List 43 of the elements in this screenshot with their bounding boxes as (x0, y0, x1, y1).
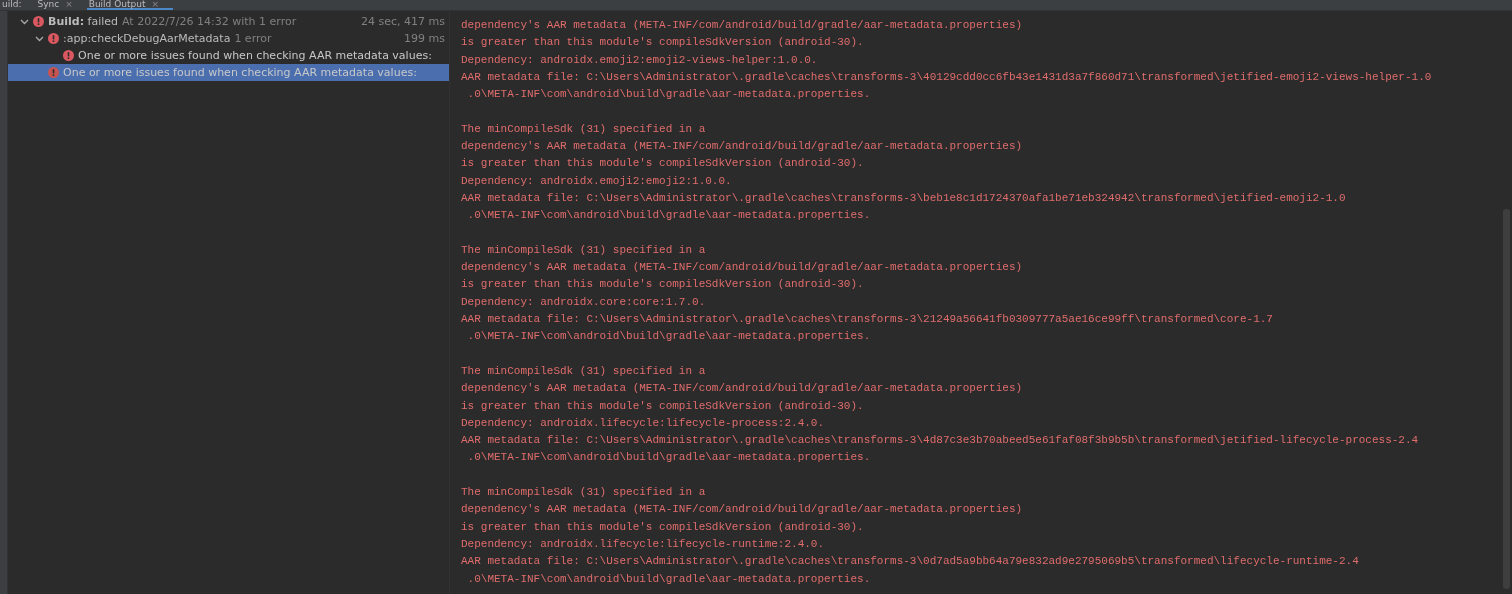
chevron-down-icon[interactable] (35, 34, 44, 43)
error-icon (48, 33, 59, 44)
console-line: Dependency: androidx.core:core:1.7.0. (461, 294, 706, 310)
console-line: .0\META-INF\com\android\build\gradle\aar-metadata.properties. (466, 329, 871, 345)
console-line: The minCompileSdk (31) specified in a (461, 242, 706, 258)
console-line: dependency's AAR metadata (META-INF/com/android/build/gradle/aar-metadata.properties) (461, 139, 1023, 155)
console-line: Dependency: androidx.lifecycle:lifecycle-process:2.4.0. (461, 415, 825, 431)
console-line: is greater than this module's compileSdkVersion (android-30). (461, 156, 864, 172)
tree-item[interactable]: Build: failed At 2022/7/26 14:32 with 1 error 24 sec, 417 ms (8, 13, 449, 30)
chevron-down-icon[interactable] (20, 17, 29, 26)
console-line: AAR metadata file: C:\Users\Administrator\.gradle\caches\transforms-3\beb1e8c1d1724370afa1be71eb324942\transformed\jetified-emoji2-1.0 (461, 190, 1346, 206)
console-line: .0\META-INF\com\android\build\gradle\aar-metadata.properties. (466, 571, 871, 587)
console-line: The minCompileSdk (31) specified in a (461, 485, 706, 500)
console-line: The minCompileSdk (31) specified in a (461, 363, 706, 379)
console-line: dependency's AAR metadata (META-INF/com/android/build/gradle/aar-metadata.properties) (461, 18, 1023, 33)
close-icon[interactable]: × (151, 0, 159, 9)
console-line: AAR metadata file: C:\Users\Administrator\.gradle\caches\transforms-3\21249a56641fb0309777a5ae16ce99ff\transformed\core-1.7 (461, 312, 1273, 328)
tree-item[interactable]: :app:checkDebugAarMetadata 1 error 199 ms (8, 30, 449, 47)
close-icon[interactable]: × (65, 0, 73, 9)
console-line: dependency's AAR metadata (META-INF/com/android/build/gradle/aar-metadata.properties) (461, 381, 1023, 397)
console-line: is greater than this module's compileSdkVersion (android-30). (461, 519, 864, 535)
console-line: AAR metadata file: C:\Users\Administrator\.gradle\caches\transforms-3\4d87c3e3b70abeed5e61faf08f3b9b5b\transformed\jetified-lifecycle-process-2.4 (461, 433, 1419, 449)
console-line: is greater than this module's compileSdkVersion (android-30). (461, 35, 864, 51)
error-icon (63, 50, 74, 61)
console-line: .0\META-INF\com\android\build\gradle\aar-metadata.properties. (466, 87, 871, 103)
error-icon (48, 67, 59, 78)
console-line: Dependency: androidx.lifecycle:lifecycle-runtime:2.4.0. (461, 536, 825, 552)
tab[interactable]: Sync × (35, 0, 87, 10)
console-line: .0\META-INF\com\android\build\gradle\aar-metadata.properties. (466, 208, 871, 224)
tree-item[interactable]: One or more issues found when checking AAR metadata values: (8, 47, 449, 64)
error-icon (33, 16, 44, 27)
tab[interactable]: uild: (0, 0, 36, 10)
tree-item[interactable]: One or more issues found when checking AAR metadata values: (8, 64, 449, 81)
console-line: Dependency: androidx.emoji2:emoji2-views-helper:1.0.0. (461, 52, 818, 68)
console-line: Dependency: androidx.emoji2:emoji2:1.0.0. (461, 173, 732, 189)
console-line: dependency's AAR metadata (META-INF/com/android/build/gradle/aar-metadata.properties) (461, 502, 1023, 518)
console-line: AAR metadata file: C:\Users\Administrator\.gradle\caches\transforms-3\40129cdd0cc6fb43e1431d3a7f860d71\transformed\jetified-emoji2-views-helper-1.0 (461, 69, 1432, 85)
console-line: is greater than this module's compileSdkVersion (android-30). (461, 277, 864, 293)
console-line: The minCompileSdk (31) specified in a (461, 121, 706, 137)
console-line: .0\META-INF\com\android\build\gradle\aar-metadata.properties. (466, 450, 871, 466)
console-line: dependency's AAR metadata (META-INF/com/android/build/gradle/aar-metadata.properties) (461, 260, 1023, 276)
console-line: is greater than this module's compileSdkVersion (android-30). (461, 398, 864, 414)
console-line: AAR metadata file: C:\Users\Administrator\.gradle\caches\transforms-3\0d7ad5a9bb64a79e832ad9e2795069b5\transformed\lifecycle-runtime-2.4 (461, 554, 1359, 570)
